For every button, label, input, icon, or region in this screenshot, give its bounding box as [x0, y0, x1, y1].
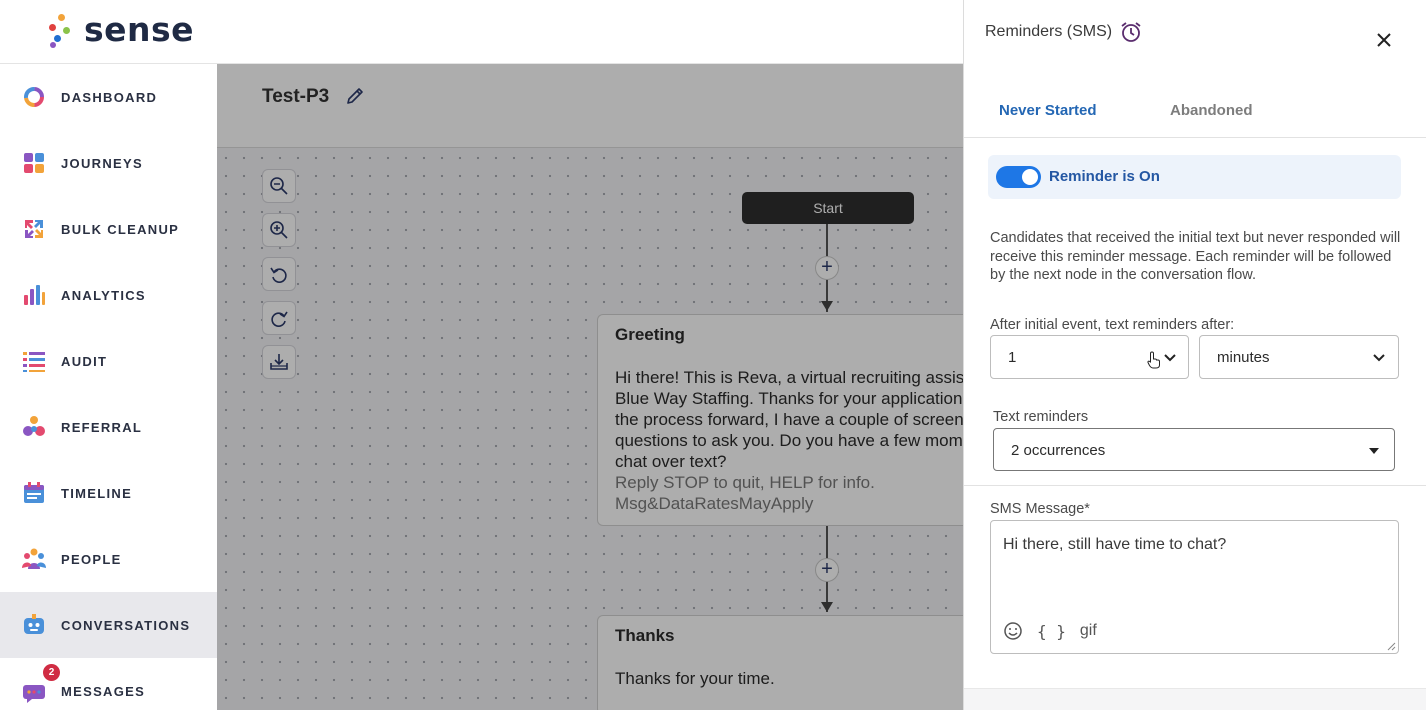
brand-logo[interactable]: sense	[48, 12, 194, 48]
sidebar: DASHBOARD JOURNEYS BULK CLEANUP ANALYTIC…	[0, 64, 217, 710]
sidebar-item-label: PEOPLE	[61, 551, 122, 567]
tab-abandoned[interactable]: Abandoned	[1170, 102, 1253, 119]
reminder-toggle-card: Reminder is On	[988, 155, 1401, 199]
audit-list-icon	[23, 352, 45, 372]
sidebar-item-label: ANALYTICS	[61, 287, 146, 303]
logo-dots-icon	[48, 12, 74, 48]
sidebar-item-label: JOURNEYS	[61, 155, 143, 171]
sidebar-item-referral[interactable]: REFERRAL	[0, 394, 217, 460]
sms-message-text: Hi there, still have time to chat?	[1003, 536, 1227, 553]
sidebar-item-label: AUDIT	[61, 353, 108, 369]
hand-pointer-cursor-icon	[1147, 351, 1160, 369]
journeys-grid-icon	[24, 153, 44, 173]
reminder-description: Candidates that received the initial tex…	[990, 230, 1401, 283]
sidebar-item-messages[interactable]: 2 MESSAGES	[0, 658, 217, 710]
reminder-toggle[interactable]	[996, 166, 1041, 188]
after-unit: minutes	[1217, 349, 1270, 366]
sidebar-item-audit[interactable]: AUDIT	[0, 328, 217, 394]
section-divider	[964, 485, 1426, 486]
reminder-toggle-label: Reminder is On	[1049, 168, 1160, 185]
resize-handle-icon[interactable]	[1386, 641, 1396, 651]
alarm-clock-icon	[1121, 22, 1141, 42]
after-value: 1	[1008, 349, 1017, 366]
drawer-footer	[964, 688, 1426, 710]
people-icon	[22, 548, 46, 569]
drawer-title: Reminders (SMS)	[985, 23, 1113, 40]
reminders-count-value: 2 occurrences	[1011, 442, 1106, 459]
reminders-count-select[interactable]: 2 occurrences	[993, 428, 1395, 471]
after-label: After initial event, text reminders afte…	[990, 317, 1235, 333]
analytics-bars-icon	[24, 285, 45, 305]
reminder-tabs: Never Started Abandoned	[964, 86, 1426, 138]
sidebar-item-label: REFERRAL	[61, 419, 143, 435]
emoji-icon[interactable]	[1003, 621, 1023, 641]
sidebar-item-label: CONVERSATIONS	[61, 617, 191, 633]
sidebar-item-label: TIMELINE	[61, 485, 133, 501]
sidebar-item-analytics[interactable]: ANALYTICS	[0, 262, 217, 328]
sidebar-item-journeys[interactable]: JOURNEYS	[0, 130, 217, 196]
tab-never-started[interactable]: Never Started	[999, 102, 1097, 119]
brand-name: sense	[84, 10, 195, 49]
reminders-count-label: Text reminders	[993, 409, 1089, 425]
sidebar-item-label: MESSAGES	[61, 683, 146, 699]
referral-icon	[23, 416, 45, 436]
dashboard-ring-icon	[24, 87, 44, 107]
sidebar-item-conversations[interactable]: CONVERSATIONS	[0, 592, 217, 658]
gif-button[interactable]: gif	[1080, 622, 1097, 640]
caret-down-icon	[1369, 448, 1379, 454]
close-icon[interactable]	[1374, 30, 1394, 50]
sidebar-item-dashboard[interactable]: DASHBOARD	[0, 64, 217, 130]
after-unit-select[interactable]: minutes	[1199, 335, 1399, 379]
sms-message-input[interactable]: Hi there, still have time to chat? { } g…	[990, 520, 1399, 654]
reminders-drawer: Reminders (SMS) Never Started Abandoned …	[963, 0, 1428, 710]
conversations-bot-icon	[24, 614, 44, 634]
messages-chat-icon	[23, 685, 45, 703]
chevron-down-icon	[1164, 354, 1176, 362]
sms-toolbar: { } gif	[1003, 621, 1097, 641]
sidebar-item-timeline[interactable]: TIMELINE	[0, 460, 217, 526]
toggle-knob	[1022, 169, 1038, 185]
timeline-calendar-icon	[24, 482, 44, 503]
bulk-cleanup-icon	[25, 220, 43, 238]
modal-overlay[interactable]	[217, 64, 963, 710]
messages-count-badge: 2	[43, 664, 60, 681]
sms-message-label: SMS Message*	[990, 501, 1090, 517]
sidebar-item-label: BULK CLEANUP	[61, 221, 180, 237]
sidebar-item-people[interactable]: PEOPLE	[0, 526, 217, 592]
top-bar: sense	[0, 0, 963, 64]
sidebar-item-label: DASHBOARD	[61, 89, 158, 105]
variable-braces-icon[interactable]: { }	[1037, 622, 1066, 641]
chevron-down-icon	[1373, 354, 1385, 362]
sidebar-item-bulk-cleanup[interactable]: BULK CLEANUP	[0, 196, 217, 262]
